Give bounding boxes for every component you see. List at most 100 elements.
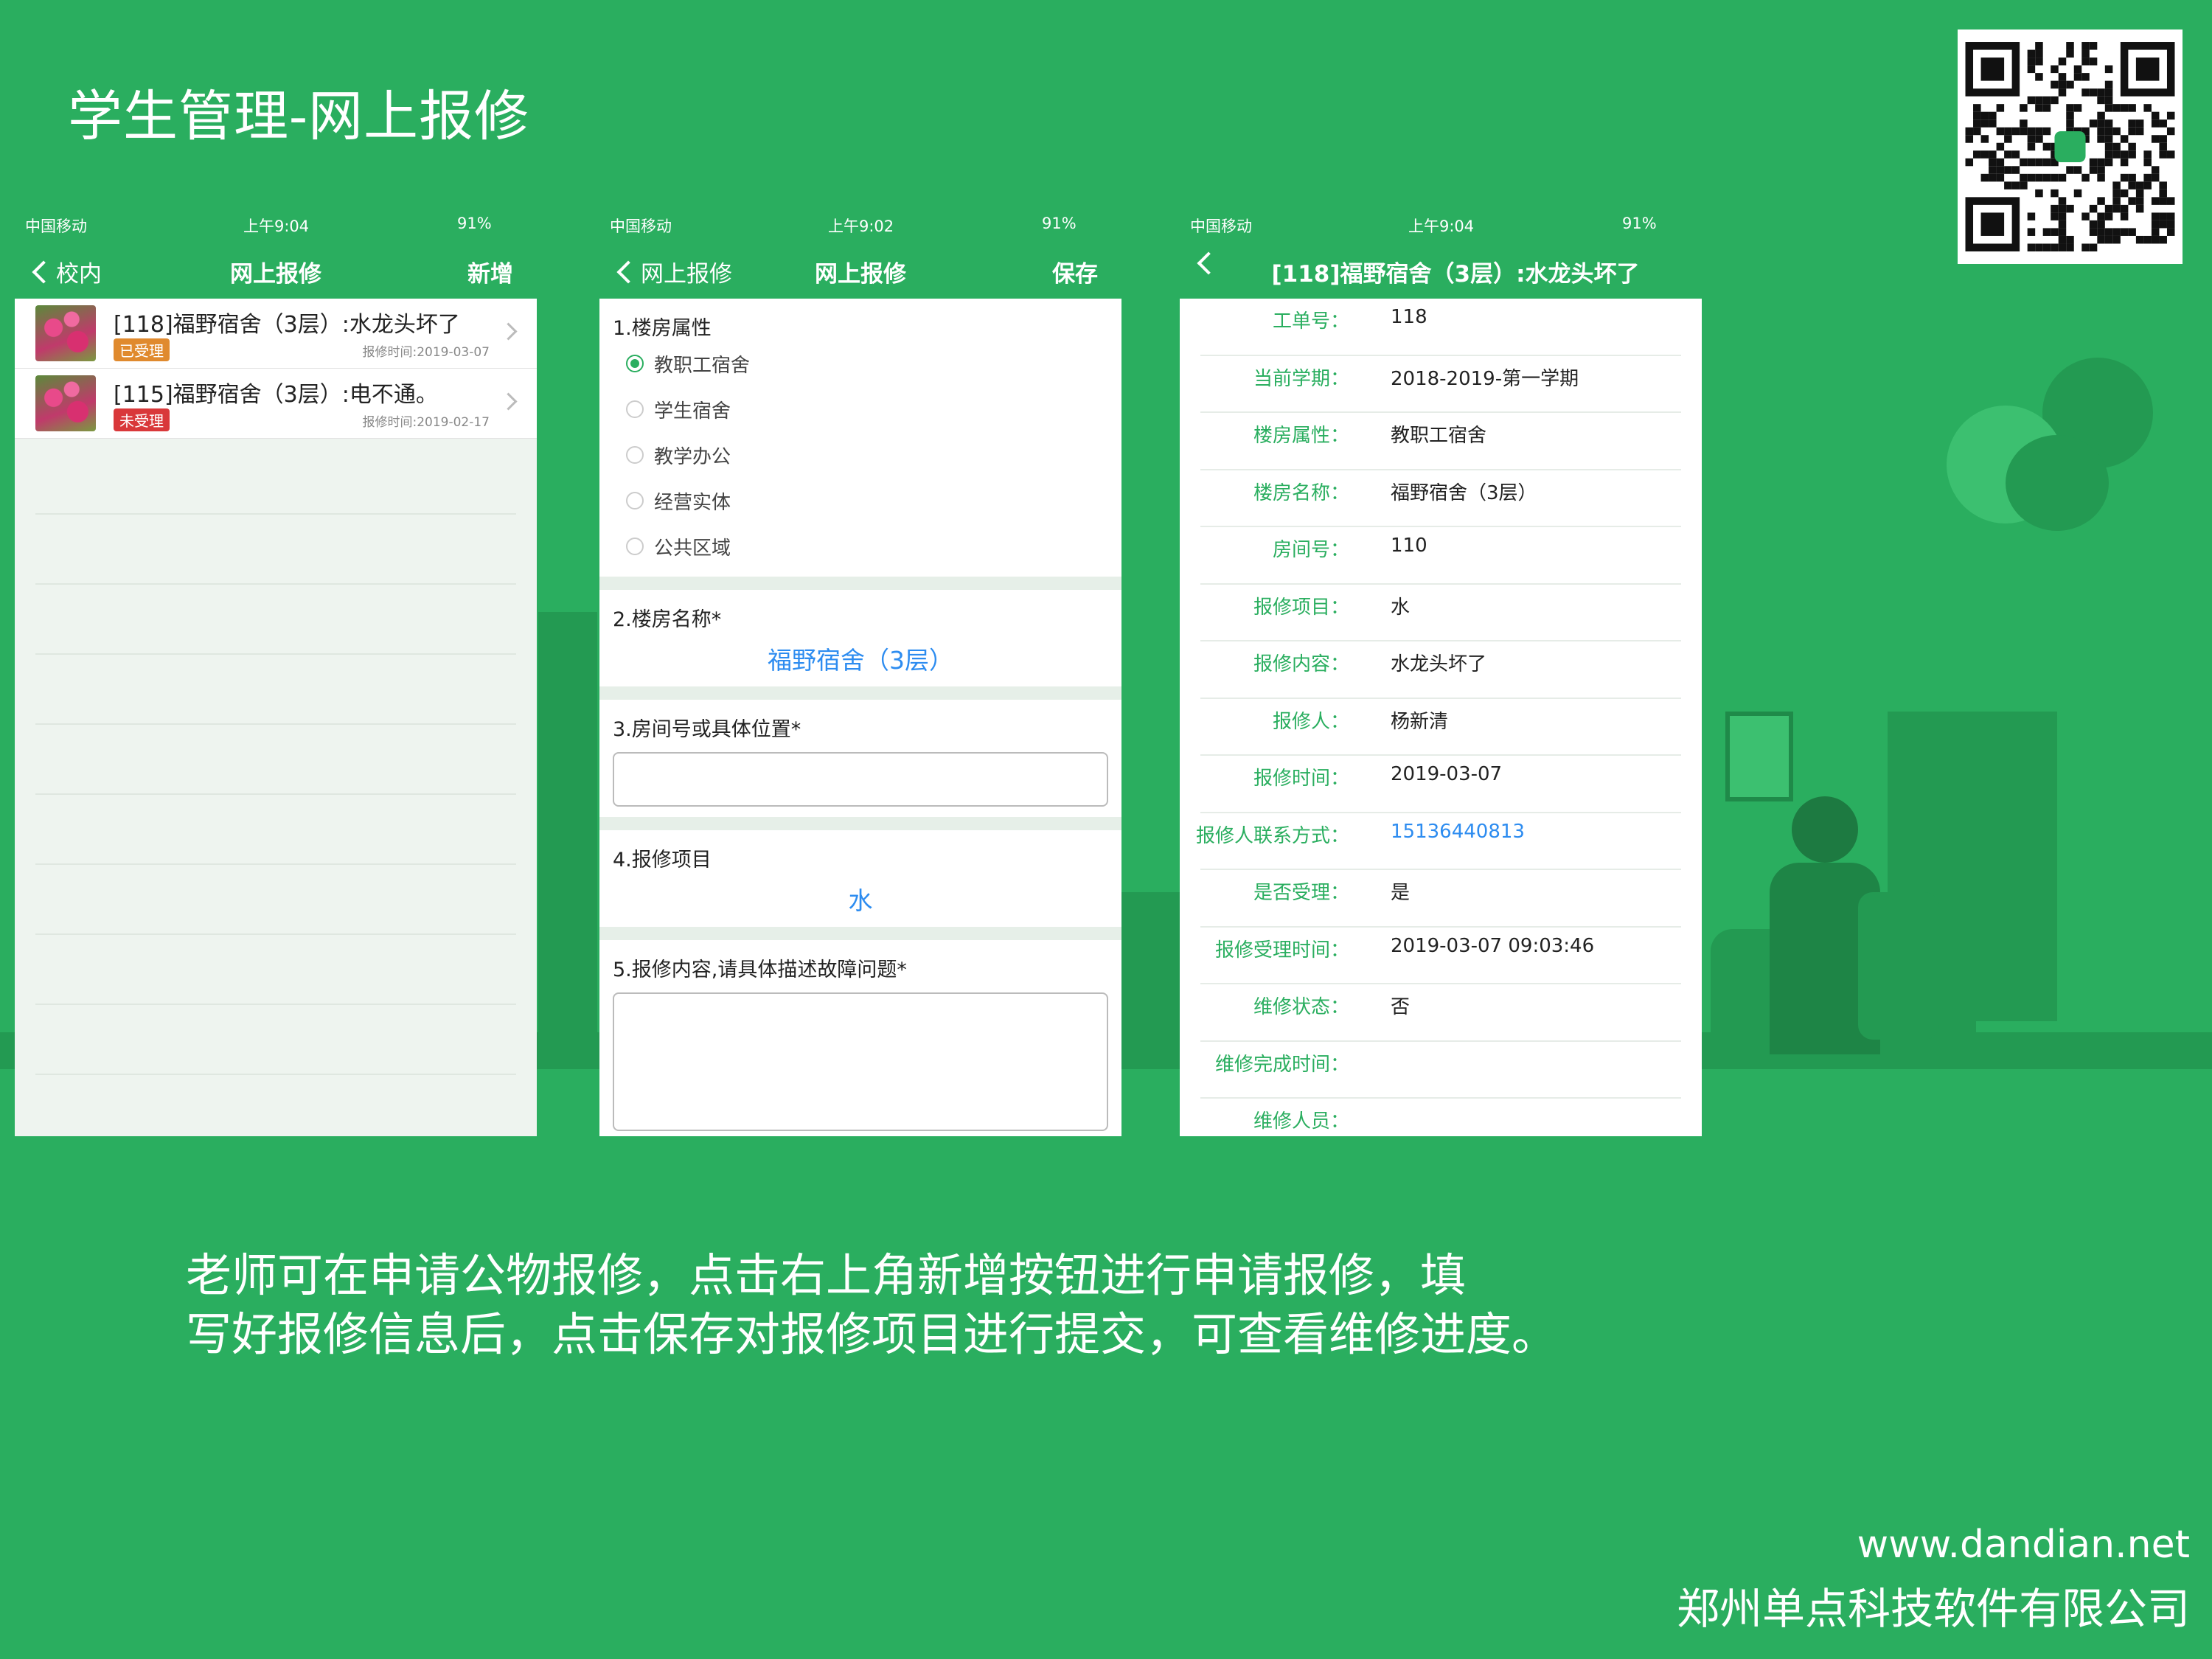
detail-row: 房间号： 110: [1200, 527, 1681, 585]
nav-bar: 网上报修 网上报修 保存: [599, 238, 1121, 299]
radio-label: 公共区域: [654, 537, 731, 560]
status-bar: 中国移动 上午9:04 91%: [1180, 209, 1702, 238]
add-button[interactable]: 新增: [467, 255, 513, 288]
status-badge: 未受理: [114, 408, 170, 431]
phone-screen-repair-form: 中国移动 上午9:02 91% 网上报修 网上报修 保存 1.楼房属性 教职工宿…: [599, 209, 1121, 1136]
nav-bar: 校内 网上报修 新增: [15, 238, 537, 299]
status-carrier: 中国移动: [610, 218, 672, 235]
detail-label: 报修内容：: [1253, 653, 1349, 675]
nav-title: 网上报修: [815, 261, 906, 288]
list-item-time: 报修时间:2019-03-07: [362, 345, 490, 360]
radio-option[interactable]: 教学办公: [613, 432, 1108, 478]
qr-code-icon: [1958, 29, 2183, 264]
radio-checked-icon: [626, 355, 644, 372]
status-bar: 中国移动 上午9:02 91%: [599, 209, 1121, 238]
detail-value: 福野宿舍（3层）: [1391, 481, 1537, 504]
room-input[interactable]: [613, 752, 1108, 807]
caption-line: 老师可在申请公物报修，点击右上角新增按钮进行申请报修，填: [186, 1248, 1467, 1302]
detail-row: 维修完成时间：: [1200, 1042, 1681, 1099]
detail-row: 楼房属性： 教职工宿舍: [1200, 413, 1681, 470]
detail-label: 工单号：: [1272, 310, 1349, 333]
detail-row: 是否受理： 是: [1200, 870, 1681, 928]
detail-value: 2019-03-07: [1391, 763, 1503, 785]
detail-label: 报修受理时间：: [1214, 939, 1349, 961]
detail-row: 报修人： 杨新清: [1200, 699, 1681, 756]
detail-value: 水: [1391, 596, 1411, 619]
footer-url: www.dandian.net: [1857, 1523, 2190, 1567]
flower-thumbnail-image: [35, 375, 96, 431]
detail-value[interactable]: 15136440813: [1391, 821, 1525, 843]
detail-row: 维修人员：: [1200, 1099, 1681, 1136]
empty-list-area: [35, 445, 516, 1136]
radio-label: 学生宿舍: [654, 400, 731, 422]
phone-screen-repair-list: 中国移动 上午9:04 91% 校内 网上报修 新增 [118]福野宿舍（3层）…: [15, 209, 537, 1136]
status-badge: 已受理: [114, 338, 170, 361]
phone-screen-repair-detail: 中国移动 上午9:04 91% [118]福野宿舍（3层）:水龙头坏了 工单号：…: [1180, 209, 1702, 1136]
repair-item-label: 4.报修项目: [613, 849, 712, 872]
radio-unchecked-icon: [626, 492, 644, 509]
status-time: 上午9:04: [1408, 218, 1475, 235]
detail-value: 是: [1391, 882, 1411, 904]
status-time: 上午9:04: [243, 218, 310, 235]
detail-label: 报修项目：: [1253, 596, 1349, 619]
detail-value: 水龙头坏了: [1391, 653, 1487, 675]
chevron-right-icon: [499, 322, 518, 341]
list-item[interactable]: [118]福野宿舍（3层）:水龙头坏了 已受理 报修时间:2019-03-07: [15, 299, 537, 369]
repair-item-section: 4.报修项目 水: [599, 830, 1121, 927]
detail-label: 维修完成时间：: [1214, 1053, 1349, 1076]
radio-option[interactable]: 学生宿舍: [613, 386, 1108, 432]
nav-title: [118]福野宿舍（3层）:水龙头坏了: [1271, 261, 1640, 288]
slide-caption: 老师可在申请公物报修，点击右上角新增按钮进行申请报修，填 写好报修信息后，点击保…: [186, 1246, 1557, 1364]
detail-label: 楼房名称：: [1253, 481, 1349, 504]
status-carrier: 中国移动: [1190, 218, 1252, 235]
building-type-section: 1.楼房属性 教职工宿舍 学生宿舍 教学办公 经营实体 公共区域: [599, 299, 1121, 577]
radio-unchecked-icon: [626, 400, 644, 418]
save-button[interactable]: 保存: [1052, 255, 1098, 288]
background-building: [1121, 892, 1180, 1054]
detail-row: 报修受理时间： 2019-03-07 09:03:46: [1200, 928, 1681, 984]
nav-bar: [118]福野宿舍（3层）:水龙头坏了: [1180, 238, 1702, 299]
detail-row: 当前学期： 2018-2019-第一学期: [1200, 356, 1681, 413]
status-bar: 中国移动 上午9:04 91%: [15, 209, 537, 238]
list-item-title: [118]福野宿舍（3层）:水龙头坏了: [114, 312, 460, 338]
footer-company: 郑州单点科技软件有限公司: [1676, 1584, 2190, 1634]
repair-content-section: 5.报修内容,请具体描述故障问题*: [599, 940, 1121, 1136]
status-time: 上午9:02: [828, 218, 894, 235]
room-section: 3.房间号或具体位置*: [599, 700, 1121, 817]
building-name-picker[interactable]: 福野宿舍（3层）: [613, 641, 1108, 676]
detail-row: 报修人联系方式： 15136440813: [1196, 813, 1681, 870]
chevron-right-icon: [499, 392, 518, 411]
radio-unchecked-icon: [626, 446, 644, 464]
status-battery: 91%: [1042, 215, 1077, 232]
list-item-time: 报修时间:2019-02-17: [362, 415, 490, 430]
flower-thumbnail-image: [35, 305, 96, 361]
detail-label: 报修时间：: [1253, 768, 1349, 790]
radio-label: 教学办公: [654, 445, 731, 468]
status-carrier: 中国移动: [25, 218, 87, 235]
detail-value: 110: [1391, 535, 1427, 557]
building-type-label: 1.楼房属性: [613, 317, 712, 340]
list-item-title: [115]福野宿舍（3层）:电不通。: [114, 382, 438, 408]
radio-label: 经营实体: [654, 491, 731, 514]
detail-value: 118: [1391, 306, 1427, 328]
detail-value: 2019-03-07 09:03:46: [1391, 934, 1595, 957]
repair-content-textarea[interactable]: [613, 992, 1108, 1131]
background-building: [538, 612, 597, 1054]
detail-label: 维修人员：: [1253, 1110, 1349, 1133]
radio-label: 教职工宿舍: [654, 354, 751, 377]
building-name-section: 2.楼房名称* 福野宿舍（3层）: [599, 590, 1121, 686]
detail-row: 报修项目： 水: [1200, 585, 1681, 641]
radio-option[interactable]: 公共区域: [613, 524, 1108, 569]
radio-unchecked-icon: [626, 538, 644, 555]
repair-content-label: 5.报修内容,请具体描述故障问题*: [613, 959, 907, 981]
list-item[interactable]: [115]福野宿舍（3层）:电不通。 未受理 报修时间:2019-02-17: [15, 369, 537, 439]
detail-value: 否: [1391, 996, 1411, 1018]
detail-label: 维修状态：: [1253, 996, 1349, 1018]
radio-option[interactable]: 经营实体: [613, 478, 1108, 524]
background-person-illustration: [1770, 782, 1939, 1062]
radio-option[interactable]: 教职工宿舍: [613, 341, 1108, 386]
repair-item-picker[interactable]: 水: [613, 881, 1108, 917]
detail-row: 报修时间： 2019-03-07: [1200, 756, 1681, 813]
slide-title: 学生管理-网上报修: [68, 85, 530, 148]
detail-label: 报修人联系方式：: [1195, 824, 1349, 847]
